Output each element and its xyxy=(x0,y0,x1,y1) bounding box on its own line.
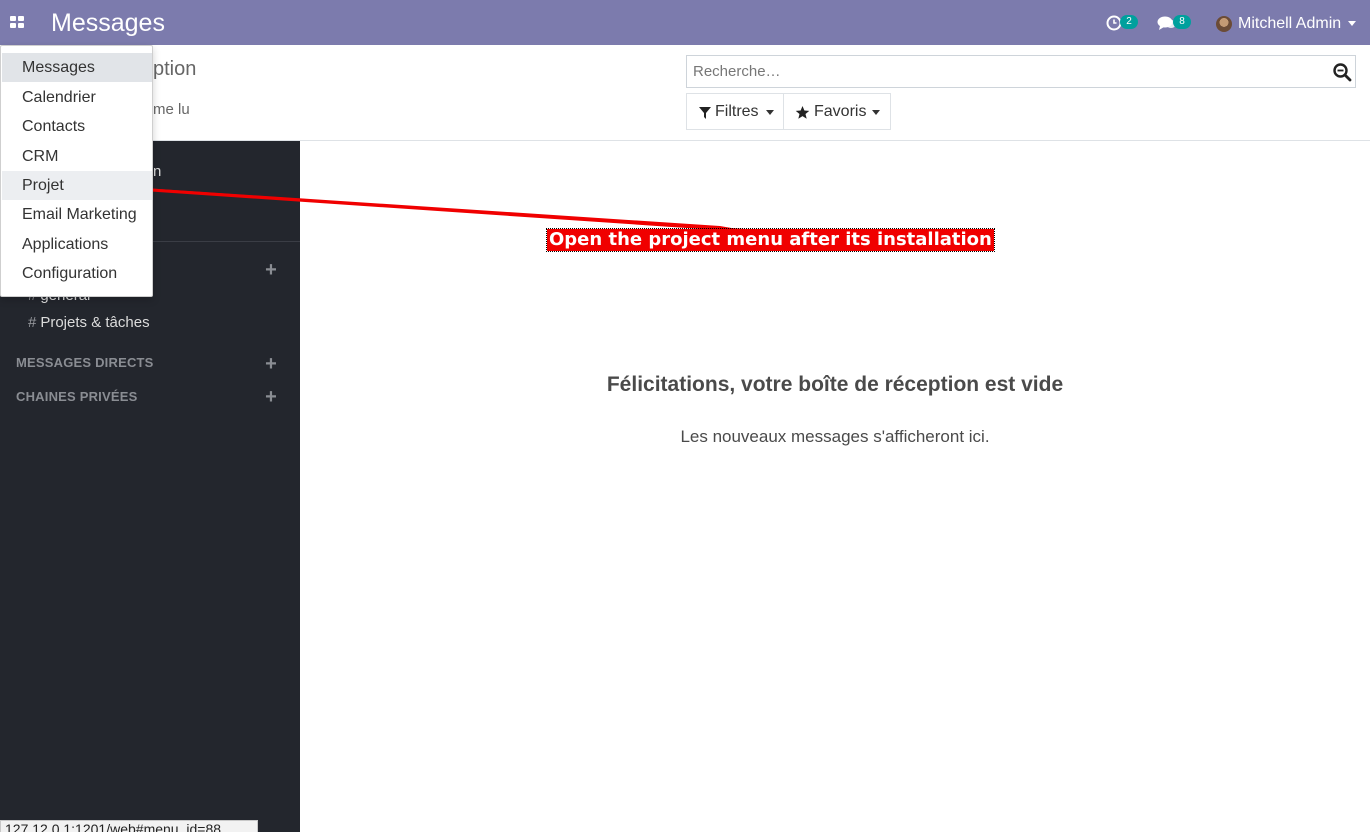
favorites-label: Favoris xyxy=(814,103,867,120)
empty-inbox-subtitle: Les nouveaux messages s'afficheront ici. xyxy=(680,427,990,446)
search-input[interactable] xyxy=(687,56,1317,87)
empty-inbox-title: Félicitations, votre boîte de réception … xyxy=(606,373,1064,396)
filters-button[interactable]: Filtres xyxy=(686,93,784,130)
control-panel: ption me lu Filtres Favoris xyxy=(0,45,1370,141)
sidebar-item-label: Projets & tâches xyxy=(40,314,150,331)
hash-icon: # xyxy=(28,314,37,331)
search-icon[interactable] xyxy=(1332,62,1352,82)
menu-item-label: Applications xyxy=(22,236,109,253)
sidebar-item-label: n xyxy=(153,163,162,180)
add-direct-message-icon[interactable]: + xyxy=(263,354,279,374)
apps-menu-icon[interactable] xyxy=(10,16,26,28)
tutorial-tip: Open the project menu after its installa… xyxy=(546,228,995,252)
star-icon xyxy=(795,105,810,119)
mark-all-read-button[interactable]: me lu xyxy=(153,101,190,119)
menu-item-applications[interactable]: Applications xyxy=(2,230,152,259)
menu-item-contacts[interactable]: Contacts xyxy=(2,112,152,141)
menu-item-messages[interactable]: Messages xyxy=(2,53,152,82)
add-private-channel-icon[interactable]: + xyxy=(263,387,279,407)
favorites-button[interactable]: Favoris xyxy=(783,93,891,130)
direct-messages-header: MESSAGES DIRECTS xyxy=(16,355,154,370)
chevron-down-icon xyxy=(766,110,774,115)
menu-item-label: Messages xyxy=(22,59,95,76)
activity-button[interactable]: 2 xyxy=(1104,0,1144,45)
private-channels-header: CHAINES PRIVÉES xyxy=(16,389,138,404)
add-channel-icon[interactable]: + xyxy=(263,260,279,280)
menu-item-email-marketing[interactable]: Email Marketing xyxy=(2,200,152,229)
top-navbar: Messages 2 8 Mitchell Admin xyxy=(0,0,1370,45)
menu-item-configuration[interactable]: Configuration xyxy=(2,259,152,288)
filters-label: Filtres xyxy=(715,103,759,120)
menu-item-calendar[interactable]: Calendrier xyxy=(2,83,152,112)
menu-item-label: Contacts xyxy=(22,118,86,135)
menu-item-label: Projet xyxy=(22,177,64,194)
activity-count-badge: 2 xyxy=(1120,15,1138,29)
filter-icon xyxy=(699,107,711,119)
chevron-down-icon xyxy=(872,110,880,115)
menu-item-label: CRM xyxy=(22,148,59,165)
menu-item-crm[interactable]: CRM xyxy=(2,142,152,171)
search-box xyxy=(686,55,1356,88)
page-title: ption xyxy=(153,58,197,80)
status-bar-url: 127.12.0.1:1201/web#menu_id=88 xyxy=(0,820,258,832)
menu-item-label: Calendrier xyxy=(22,89,96,106)
apps-dropdown-menu: Messages Calendrier Contacts CRM Projet … xyxy=(0,45,153,297)
avatar xyxy=(1216,16,1232,32)
app-title: Messages xyxy=(51,9,165,37)
messaging-button[interactable]: 8 xyxy=(1156,0,1196,45)
sidebar-item-projects-text: # Projets & tâches xyxy=(28,313,150,333)
user-name: Mitchell Admin xyxy=(1238,15,1342,32)
menu-item-project[interactable]: Projet xyxy=(2,171,152,200)
sidebar-item-projects[interactable]: # Projets & tâches xyxy=(0,310,300,336)
chevron-down-icon xyxy=(1348,21,1356,26)
user-menu[interactable]: Mitchell Admin xyxy=(1208,0,1370,45)
menu-item-label: Email Marketing xyxy=(22,206,137,223)
menu-item-label: Configuration xyxy=(22,265,118,282)
messages-count-badge: 8 xyxy=(1173,15,1191,29)
